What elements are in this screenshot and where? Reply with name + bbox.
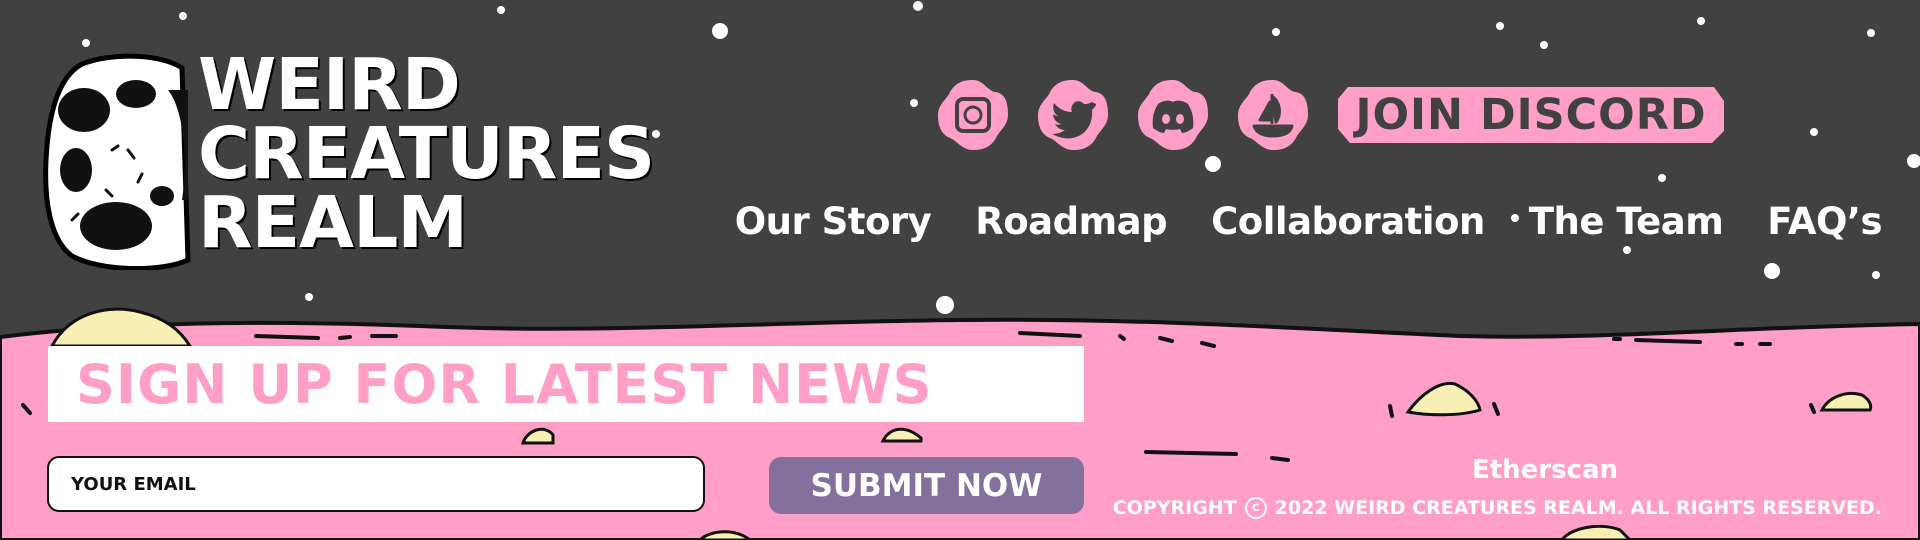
join-discord-button[interactable]: JOIN DISCORD bbox=[1338, 87, 1724, 143]
logo-line-2: CREATURES bbox=[198, 112, 655, 195]
skull-logo-icon bbox=[43, 53, 191, 270]
nav-faqs[interactable]: FAQ’s bbox=[1767, 200, 1882, 243]
brand-logo[interactable]: WEIRD CREATURES REALM bbox=[42, 43, 655, 270]
social-links: JOIN DISCORD bbox=[936, 78, 1724, 152]
join-discord-label: JOIN DISCORD bbox=[1355, 90, 1707, 140]
nav-collaboration[interactable]: Collaboration bbox=[1211, 200, 1485, 243]
discord-link[interactable] bbox=[1136, 78, 1210, 152]
twitter-icon bbox=[1038, 80, 1108, 150]
copyright-symbol-icon: c bbox=[1244, 497, 1267, 519]
discord-icon bbox=[1138, 80, 1208, 150]
copyright-prefix: COPYRIGHT bbox=[1112, 497, 1237, 519]
submit-button[interactable]: SUBMIT NOW bbox=[769, 457, 1084, 514]
logo-line-1: WEIRD bbox=[198, 43, 461, 126]
email-field[interactable] bbox=[69, 472, 683, 496]
nav-roadmap[interactable]: Roadmap bbox=[975, 200, 1167, 243]
email-field-wrapper bbox=[47, 456, 705, 512]
logo-line-3: REALM bbox=[198, 181, 468, 264]
nav-the-team[interactable]: The Team bbox=[1529, 200, 1724, 243]
main-nav: Our Story Roadmap Collaboration The Team… bbox=[691, 200, 1883, 243]
etherscan-link[interactable]: Etherscan bbox=[1380, 455, 1710, 485]
copyright-text: 2022 WEIRD CREATURES REALM. ALL RIGHTS R… bbox=[1274, 497, 1882, 519]
newsletter-heading: SIGN UP FOR LATEST NEWS bbox=[76, 352, 933, 416]
twitter-link[interactable] bbox=[1036, 78, 1110, 152]
newsletter-heading-banner: SIGN UP FOR LATEST NEWS bbox=[48, 346, 1084, 422]
nav-our-story[interactable]: Our Story bbox=[735, 200, 932, 243]
opensea-icon bbox=[1238, 80, 1308, 150]
copyright: COPYRIGHT c 2022 WEIRD CREATURES REALM. … bbox=[1113, 497, 1882, 519]
logo-text: WEIRD CREATURES REALM bbox=[198, 43, 655, 264]
instagram-icon bbox=[938, 80, 1008, 150]
page: WEIRD CREATURES REALM JOIN DISCORD Our S… bbox=[0, 0, 1920, 540]
opensea-link[interactable] bbox=[1236, 78, 1310, 152]
instagram-link[interactable] bbox=[936, 78, 1010, 152]
